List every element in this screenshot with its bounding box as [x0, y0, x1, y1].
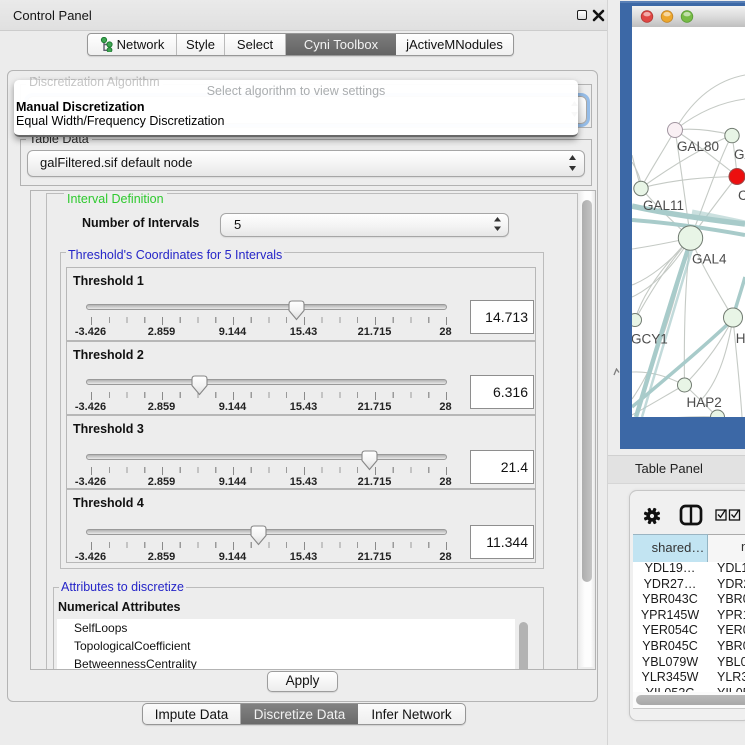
svg-text:GAL80: GAL80: [677, 139, 719, 154]
svg-text:GCY1: GCY1: [632, 331, 668, 346]
svg-text:GAL4: GAL4: [692, 252, 727, 267]
svg-text:HAP2: HAP2: [687, 395, 722, 410]
svg-text:GAL3: GAL3: [734, 147, 745, 162]
svg-text:CYC: CYC: [738, 188, 745, 203]
svg-text:HIS: HIS: [736, 331, 745, 346]
svg-text:GAL11: GAL11: [643, 198, 684, 213]
